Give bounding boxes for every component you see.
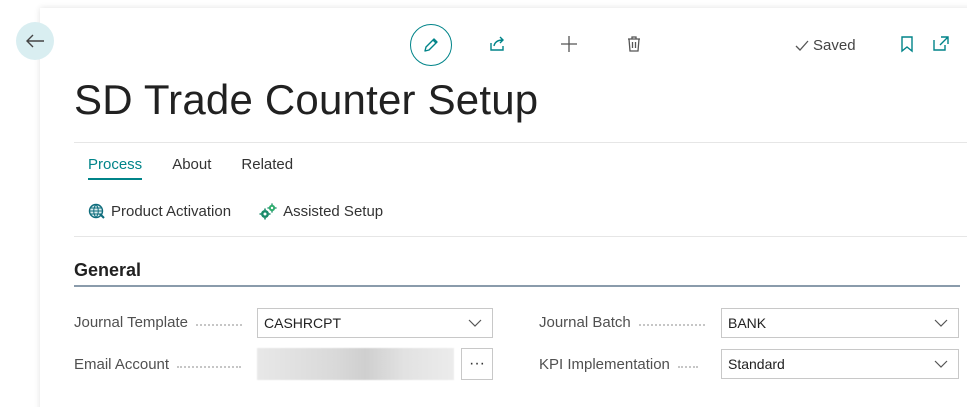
trash-icon	[628, 36, 640, 52]
journal-template-label: Journal Template	[74, 314, 242, 331]
chevron-down-icon	[934, 319, 948, 327]
kpi-implementation-label-text: KPI Implementation	[539, 356, 670, 373]
label-leader-dots	[177, 365, 242, 368]
edit-button[interactable]	[410, 24, 452, 66]
label-leader-dots	[195, 323, 242, 326]
new-button[interactable]	[555, 30, 583, 58]
arrow-left-icon	[26, 34, 44, 48]
bookmark-button[interactable]	[893, 30, 921, 58]
email-account-label-text: Email Account	[74, 356, 170, 373]
journal-batch-value: BANK	[728, 315, 767, 331]
label-leader-dots	[638, 323, 705, 326]
assisted-setup-action[interactable]: Assisted Setup	[259, 203, 383, 220]
gears-icon	[259, 203, 277, 220]
plus-icon	[561, 36, 577, 52]
email-account-field-redacted[interactable]	[257, 348, 454, 380]
back-button[interactable]	[16, 22, 54, 60]
tab-related[interactable]: Related	[241, 156, 293, 177]
journal-template-select[interactable]: CASHRCPT	[257, 308, 493, 338]
globe-icon	[88, 203, 105, 219]
delete-button[interactable]	[620, 30, 648, 58]
tab-about[interactable]: About	[172, 156, 211, 177]
kpi-implementation-value: Standard	[728, 356, 785, 372]
check-icon	[795, 40, 809, 51]
more-icon: ···	[469, 355, 485, 372]
product-activation-action[interactable]: Product Activation	[88, 203, 231, 220]
share-button[interactable]	[484, 30, 512, 58]
page-title: SD Trade Counter Setup	[74, 76, 539, 123]
product-activation-label: Product Activation	[111, 203, 232, 220]
actions-divider	[74, 236, 967, 237]
email-account-label: Email Account	[74, 356, 242, 373]
journal-batch-label: Journal Batch	[539, 314, 705, 331]
open-new-window-icon	[933, 36, 949, 51]
chevron-down-icon	[468, 319, 482, 327]
chevron-down-icon	[934, 360, 948, 368]
assisted-setup-label: Assisted Setup	[283, 203, 384, 220]
saved-label: Saved	[813, 37, 856, 54]
journal-template-label-text: Journal Template	[74, 314, 188, 331]
pencil-icon	[424, 38, 438, 52]
email-account-lookup-button[interactable]: ···	[461, 348, 493, 380]
tab-process[interactable]: Process	[88, 156, 143, 180]
action-bar: Product Activation Assisted Setup	[88, 203, 383, 220]
bookmark-icon	[901, 36, 913, 53]
saved-status: Saved	[795, 37, 856, 54]
journal-template-value: CASHRCPT	[264, 315, 342, 331]
action-tabs: Process About Related	[88, 156, 293, 180]
label-leader-dots	[677, 365, 698, 368]
section-underline	[74, 285, 960, 287]
section-title-general[interactable]: General	[74, 260, 141, 281]
open-new-window-button[interactable]	[927, 30, 955, 58]
kpi-implementation-select[interactable]: Standard	[721, 349, 959, 379]
kpi-implementation-label: KPI Implementation	[539, 356, 698, 373]
journal-batch-label-text: Journal Batch	[539, 314, 631, 331]
title-divider	[74, 142, 967, 143]
journal-batch-select[interactable]: BANK	[721, 308, 959, 338]
share-icon	[490, 36, 504, 51]
